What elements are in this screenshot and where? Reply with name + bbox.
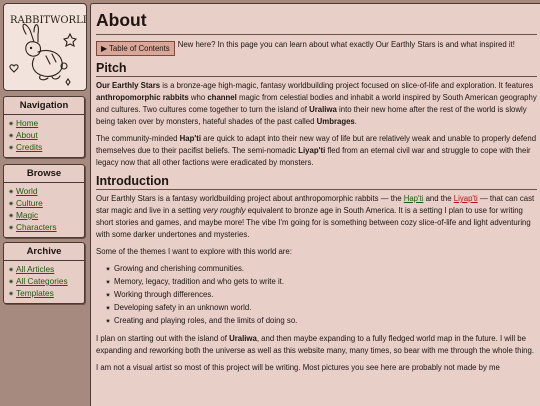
star-bullet-icon: ✷ [105, 280, 111, 286]
main-content: About ▶ Table of Contents New here? In t… [90, 3, 540, 406]
list-item: ✷ Developing safety in an unknown world. [102, 302, 537, 315]
text-bold: Liyap'ti [298, 146, 326, 155]
archive-link-all-articles[interactable]: All Articles [16, 264, 54, 274]
star-bullet-icon: ✷ [8, 225, 14, 232]
introduction-heading: Introduction [96, 174, 537, 190]
list-item: ✷ Working through differences. [102, 289, 537, 302]
table-of-contents-button[interactable]: ▶ Table of Contents [96, 41, 175, 56]
toc-row: ▶ Table of Contents New here? In this pa… [96, 39, 537, 56]
text-italic: very roughly [203, 206, 246, 215]
browse-panel: Browse ✷ World ✷ Culture ✷ Magic ✷ Character… [3, 164, 85, 238]
theme-text: Growing and cherishing communities. [114, 264, 245, 273]
navigation-panel: Navigation ✷ Home ✷ About ✷ Credits [3, 96, 85, 158]
nav-link-about[interactable]: About [16, 130, 38, 140]
star-bullet-icon: ✷ [8, 133, 14, 140]
text: who [188, 93, 208, 102]
theme-text: Memory, legacy, tradition and who gets t… [114, 277, 285, 286]
text-bold: Our Earthly Stars [96, 81, 161, 90]
archive-link-templates[interactable]: Templates [16, 288, 54, 298]
introduction-paragraph: Our Earthly Stars is a fantasy worldbuil… [96, 193, 537, 241]
archive-heading: Archive [4, 243, 84, 261]
star-bullet-icon: ✷ [8, 279, 14, 286]
browse-link-culture[interactable]: Culture [16, 198, 43, 208]
svg-text:RABBITWORLD: RABBITWORLD [10, 15, 86, 26]
text: and the [423, 194, 454, 203]
page-title: About [96, 10, 537, 35]
text: I plan on starting out with the island o… [96, 334, 230, 343]
nav-link-home[interactable]: Home [16, 118, 38, 128]
text-bold: channel [207, 93, 237, 102]
theme-text: Developing safety in an unknown world. [114, 303, 252, 312]
star-bullet-icon: ✷ [105, 306, 111, 312]
browse-link-magic[interactable]: Magic [16, 210, 38, 220]
text-bold: Umbrages [316, 117, 355, 126]
text: . [354, 117, 357, 126]
star-bullet-icon: ✷ [8, 189, 14, 196]
browse-item-magic: ✷ Magic [6, 210, 84, 222]
star-bullet-icon: ✷ [8, 201, 14, 208]
browse-link-world[interactable]: World [16, 186, 38, 196]
pitch-paragraph-1: Our Earthly Stars is a bronze-age high-m… [96, 80, 537, 128]
text: The community-minded [96, 134, 180, 143]
rabbit-logo-icon: RABBITWORLD [9, 15, 86, 86]
browse-item-culture: ✷ Culture [6, 198, 84, 210]
browse-link-characters[interactable]: Characters [16, 222, 57, 232]
star-bullet-icon: ✷ [8, 121, 14, 128]
list-item: ✷ Creating and playing roles, and the lim… [102, 315, 537, 328]
browse-item-world: ✷ World [6, 186, 84, 198]
nav-item-home: ✷ Home [6, 118, 84, 130]
theme-text: Creating and playing roles, and the limi… [114, 316, 298, 325]
liyapti-link[interactable]: Liyap'ti [454, 194, 478, 203]
intro-text: New here? In this page you can learn abo… [177, 40, 515, 49]
archive-panel: Archive ✷ All Articles ✷ All Categories ✷ T… [3, 242, 85, 304]
text-bold: anthropomorphic rabbits [96, 93, 189, 102]
pitch-paragraph-2: The community-minded Hap'ti are quick to… [96, 133, 537, 169]
themes-intro: Some of the themes I want to explore wit… [96, 247, 292, 256]
star-bullet-icon: ✷ [8, 213, 14, 220]
nav-item-about: ✷ About [6, 130, 84, 142]
archive-item-all-articles: ✷ All Articles [6, 264, 84, 276]
text: is a bronze-age high-magic, fantasy worl… [160, 81, 534, 90]
browse-item-characters: ✷ Characters [6, 222, 84, 234]
star-bullet-icon: ✷ [105, 319, 111, 325]
star-bullet-icon: ✷ [8, 145, 14, 152]
text-bold: Uraliwa [309, 105, 337, 114]
star-bullet-icon: ✷ [8, 267, 14, 274]
site-logo[interactable]: RABBITWORLD [3, 3, 87, 91]
nav-link-credits[interactable]: Credits [16, 142, 42, 152]
star-bullet-icon: ✷ [105, 267, 111, 273]
star-bullet-icon: ✷ [8, 291, 14, 298]
themes-list: ✷ Growing and cherishing communities. ✷ Me… [96, 263, 537, 328]
archive-link-all-categories[interactable]: All Categories [16, 276, 68, 286]
list-item: ✷ Memory, legacy, tradition and who gets … [102, 276, 537, 289]
plan-paragraph: I plan on starting out with the island o… [96, 333, 537, 357]
navigation-heading: Navigation [4, 97, 84, 115]
nav-item-credits: ✷ Credits [6, 142, 84, 154]
browse-heading: Browse [4, 165, 84, 183]
archive-item-templates: ✷ Templates [6, 288, 84, 300]
theme-text: Working through differences. [114, 290, 214, 299]
pitch-heading: Pitch [96, 61, 537, 77]
star-bullet-icon: ✷ [105, 293, 111, 299]
last-paragraph: I am not a visual artist so most of this… [96, 363, 500, 372]
text-bold: Uraliwa [229, 334, 257, 343]
hapti-link[interactable]: Hap'ti [404, 194, 424, 203]
text-bold: Hap'ti [179, 134, 201, 143]
text: Our Earthly Stars is a fantasy worldbuil… [96, 194, 404, 203]
list-item: ✷ Growing and cherishing communities. [102, 263, 537, 276]
archive-item-all-categories: ✷ All Categories [6, 276, 84, 288]
